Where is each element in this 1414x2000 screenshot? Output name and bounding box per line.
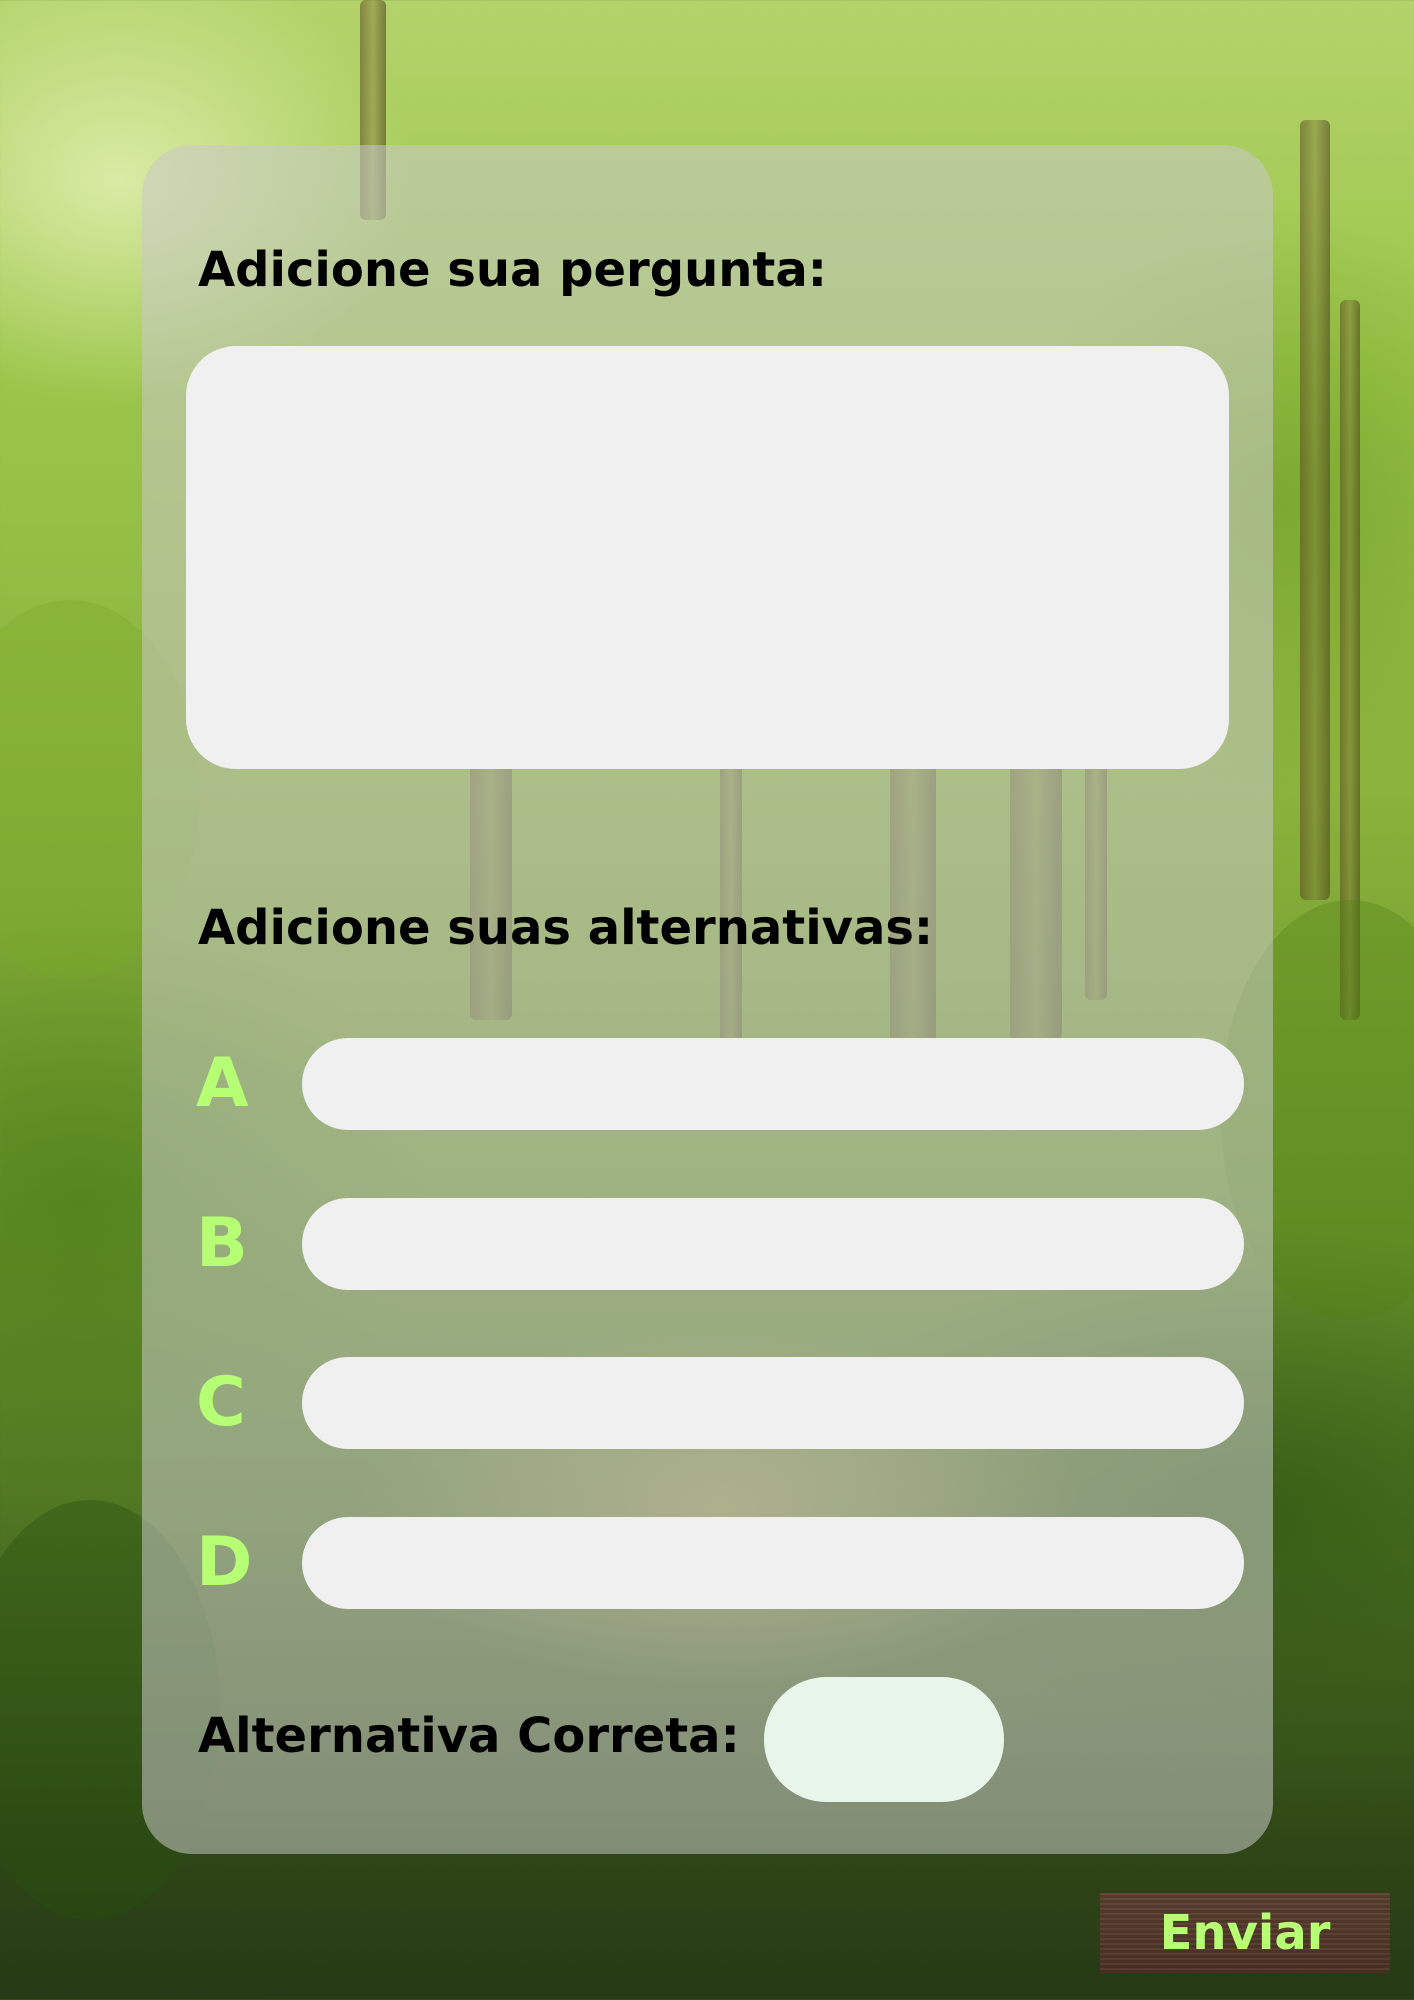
alternative-d-input[interactable] xyxy=(302,1517,1244,1609)
submit-button[interactable]: Enviar xyxy=(1100,1893,1390,1973)
alternatives-heading: Adicione suas alternativas: xyxy=(198,900,934,956)
correct-alternative-input[interactable] xyxy=(764,1677,1004,1802)
alternative-letter-a: A xyxy=(196,1044,249,1123)
question-textarea[interactable] xyxy=(186,346,1229,769)
alternative-letter-d: D xyxy=(196,1523,253,1602)
question-heading: Adicione sua pergunta: xyxy=(198,242,827,298)
alternative-a-input[interactable] xyxy=(302,1038,1244,1130)
alternative-letter-b: B xyxy=(196,1204,248,1283)
alternative-letter-c: C xyxy=(196,1363,246,1442)
alternative-b-input[interactable] xyxy=(302,1198,1244,1290)
alternative-c-input[interactable] xyxy=(302,1357,1244,1449)
correct-alternative-label: Alternativa Correta: xyxy=(198,1708,740,1764)
